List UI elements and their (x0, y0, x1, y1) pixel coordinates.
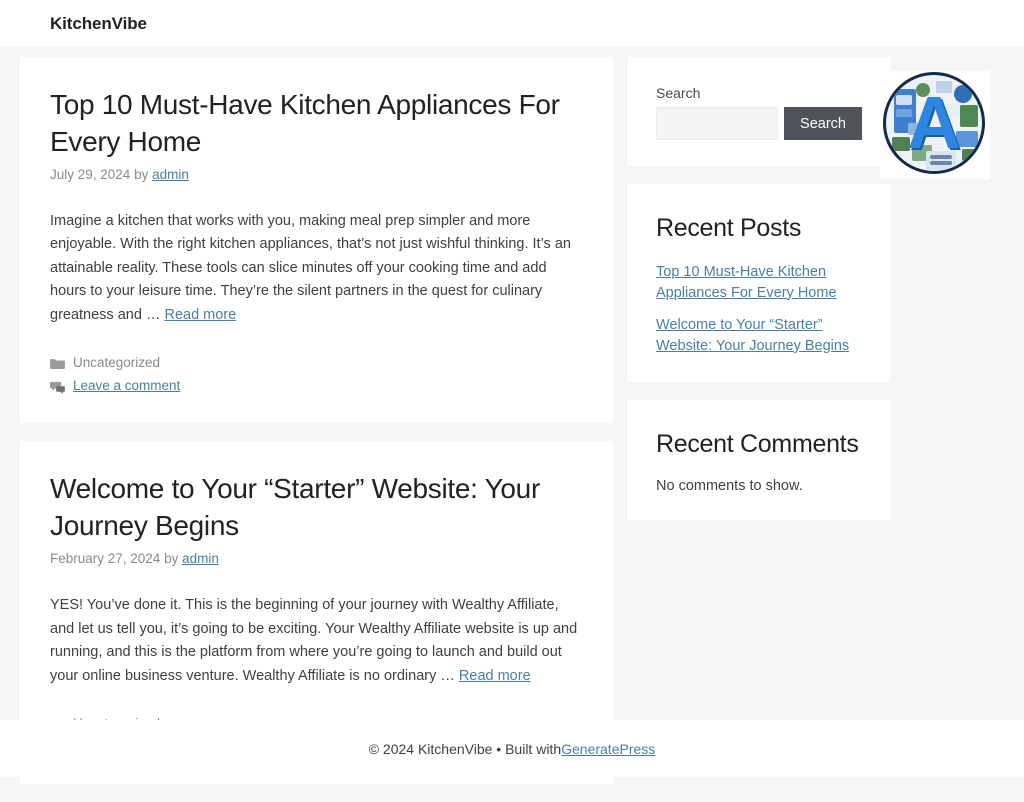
recent-post-link[interactable]: Top 10 Must-Have Kitchen Appliances For … (656, 262, 862, 303)
main-content-column: Top 10 Must-Have Kitchen Appliances For … (20, 57, 613, 802)
search-input[interactable] (656, 107, 779, 140)
folder-icon (50, 357, 65, 370)
recent-comments-title: Recent Comments (656, 430, 859, 459)
recent-posts-title: Recent Posts (656, 214, 802, 242)
search-label: Search (656, 85, 701, 101)
post-author-link[interactable]: admin (152, 167, 189, 182)
search-row: Search (656, 107, 862, 140)
read-more-link[interactable]: Read more (164, 307, 236, 323)
post-title[interactable]: Welcome to Your “Starter” Website: Your … (50, 471, 583, 545)
read-more-link[interactable]: Read more (459, 668, 531, 684)
recent-posts-widget: Recent Posts Top 10 Must-Have Kitchen Ap… (628, 184, 890, 383)
post-card: Top 10 Must-Have Kitchen Appliances For … (20, 57, 613, 424)
site-title[interactable]: KitchenVibe (50, 14, 147, 34)
post-category-row: Uncategorized (50, 353, 583, 373)
post-title[interactable]: Top 10 Must-Have Kitchen Appliances For … (50, 87, 583, 161)
post-by-label: by (164, 551, 179, 567)
recent-posts-list: Top 10 Must-Have Kitchen Appliances For … (656, 262, 862, 356)
list-item: Top 10 Must-Have Kitchen Appliances For … (656, 262, 862, 303)
post-by-label: by (134, 166, 149, 182)
post-author-link[interactable]: admin (182, 551, 219, 566)
post-excerpt: YES! You’ve done it. This is the beginni… (50, 594, 583, 688)
generatepress-link[interactable]: GeneratePress (561, 741, 655, 757)
circular-a-logo-badge: A (878, 67, 990, 179)
post-footer-meta: Uncategorized Leave a comment (50, 353, 583, 396)
sidebar: Search Search Recent Posts Top 10 Must-H… (628, 57, 890, 538)
recent-comments-empty-text: No comments to show. (656, 478, 803, 495)
post-date: February 27, 2024 (50, 551, 161, 567)
comments-icon (50, 380, 65, 394)
footer-copyright: © 2024 KitchenVibe • Built with (368, 740, 562, 757)
post-meta: July 29, 2024 by admin (50, 167, 583, 182)
post-comment-row: Leave a comment (50, 376, 583, 396)
recent-post-link[interactable]: Welcome to Your “Starter” Website: Your … (656, 315, 862, 356)
leave-comment-link[interactable]: Leave a comment (73, 376, 180, 396)
site-header: KitchenVibe (0, 0, 1024, 47)
search-widget: Search Search (628, 57, 890, 166)
page-content-wrapper: Top 10 Must-Have Kitchen Appliances For … (0, 47, 1024, 785)
post-excerpt: Imagine a kitchen that works with you, m… (50, 210, 583, 327)
site-footer: © 2024 KitchenVibe • Built with Generate… (0, 720, 1024, 777)
badge-circle: A (883, 72, 985, 174)
list-item: Welcome to Your “Starter” Website: Your … (656, 315, 862, 356)
badge-letter: A (907, 81, 961, 164)
post-excerpt-text: Imagine a kitchen that works with you, m… (50, 212, 571, 323)
post-date: July 29, 2024 (50, 166, 131, 182)
recent-comments-widget: Recent Comments No comments to show. (628, 400, 890, 521)
search-button[interactable]: Search (784, 107, 862, 140)
post-meta: February 27, 2024 by admin (50, 551, 583, 566)
post-category-label[interactable]: Uncategorized (73, 353, 160, 373)
